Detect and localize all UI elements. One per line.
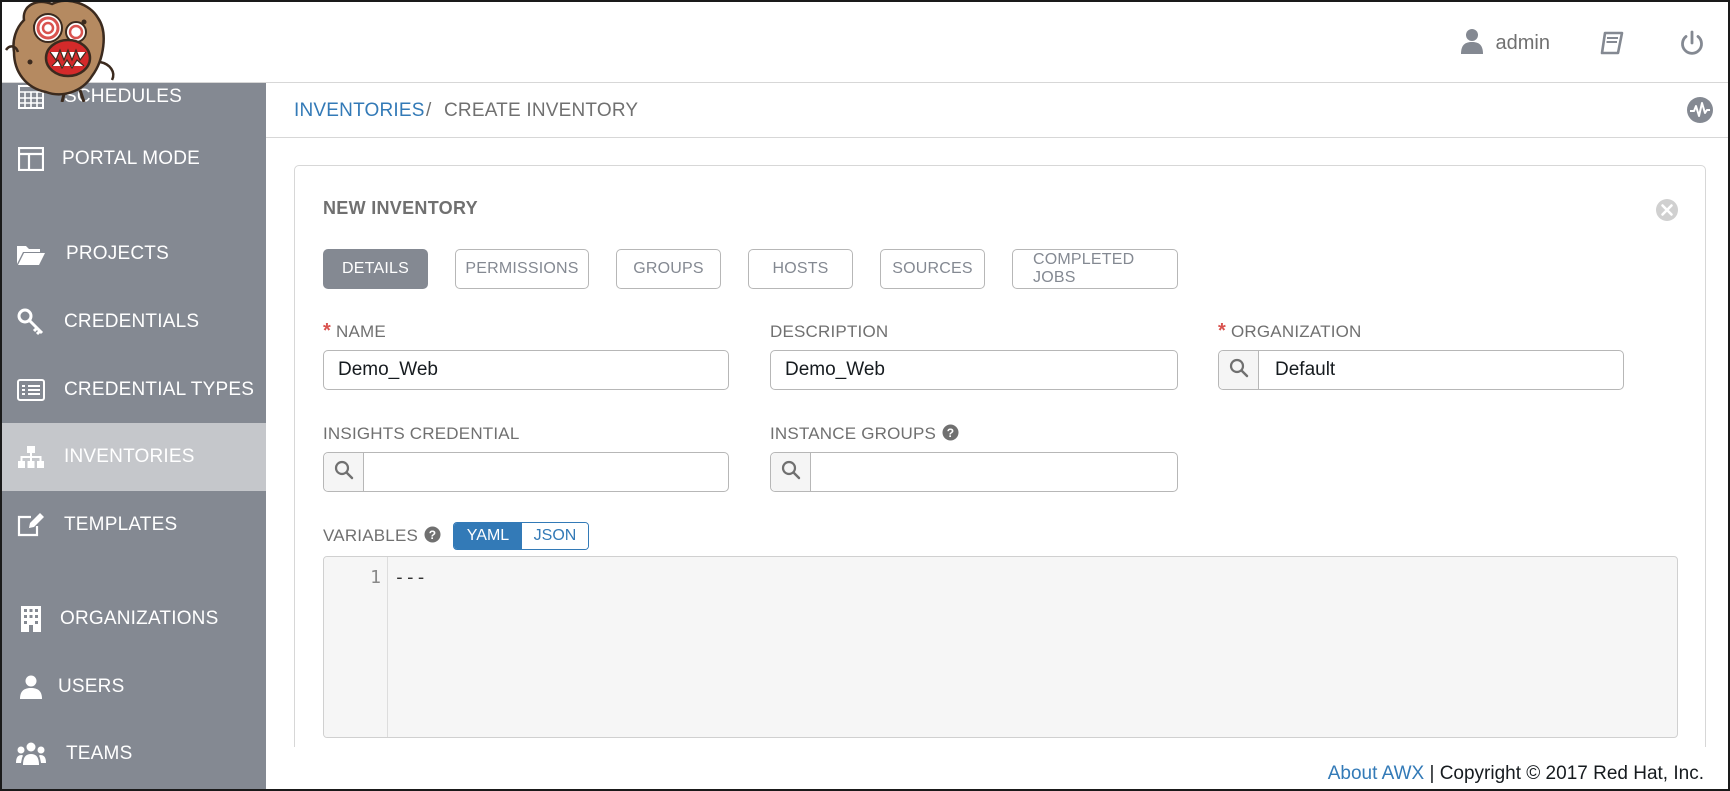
insights-credential-lookup [323, 452, 729, 492]
sidebar-item-users[interactable]: USERS [2, 653, 266, 721]
breadcrumb-current: CREATE INVENTORY [444, 100, 639, 121]
top-right-menu: admin [1460, 24, 1710, 62]
insights-credential-label: INSIGHTS CREDENTIAL [323, 424, 520, 443]
about-awx-link[interactable]: About AWX [1328, 763, 1424, 784]
user-menu[interactable]: admin [1460, 28, 1550, 59]
description-label: DESCRIPTION [770, 322, 889, 341]
svg-text:?: ? [947, 426, 955, 440]
sidebar-item-organizations[interactable]: ORGANIZATIONS [2, 585, 266, 653]
help-icon[interactable]: ? [424, 526, 441, 548]
sidebar-item-label: ORGANIZATIONS [60, 608, 219, 629]
form-tabs: DETAILS PERMISSIONS GROUPS HOSTS SOURCES… [323, 249, 1205, 289]
columns-icon [16, 144, 46, 174]
close-icon[interactable] [1655, 198, 1679, 222]
sidebar-item-teams[interactable]: TEAMS [2, 720, 266, 788]
sidebar-item-label: CREDENTIAL TYPES [64, 379, 255, 400]
copyright-text: Copyright © 2017 Red Hat, Inc. [1439, 763, 1704, 784]
folder-open-icon [16, 239, 46, 269]
insights-credential-search-button[interactable] [324, 453, 364, 491]
variables-format-toggle: YAML JSON [453, 522, 589, 550]
user-icon [16, 672, 46, 702]
sidebar-item-portal-mode[interactable]: PORTAL MODE [2, 125, 266, 193]
tab-groups[interactable]: GROUPS [616, 249, 721, 289]
users-group-icon [16, 739, 46, 769]
tab-completed-jobs[interactable]: COMPLETED JOBS [1012, 249, 1178, 289]
yaml-toggle-button[interactable]: YAML [454, 523, 522, 549]
user-icon [1460, 28, 1484, 59]
new-inventory-panel: NEW INVENTORY DETAILS PERMISSIONS GROUPS… [294, 165, 1706, 765]
sidebar-item-credential-types[interactable]: CREDENTIAL TYPES [2, 356, 266, 424]
footer: About AWX | Copyright © 2017 Red Hat, In… [1328, 763, 1704, 785]
sidebar-item-projects[interactable]: PROJECTS [2, 220, 266, 288]
power-logout-icon[interactable] [1674, 25, 1710, 61]
name-field[interactable]: Demo_Web [323, 350, 729, 390]
organization-lookup: Default [1218, 350, 1624, 390]
tab-sources[interactable]: SOURCES [880, 249, 985, 289]
list-card-icon [16, 375, 46, 405]
organization-label: * ORGANIZATION [1218, 320, 1362, 342]
building-icon [16, 604, 46, 634]
search-icon [1229, 358, 1249, 383]
tab-hosts[interactable]: HOSTS [748, 249, 853, 289]
sitemap-icon [16, 442, 46, 472]
activity-stream-icon[interactable] [1686, 96, 1714, 124]
editor-gutter: 1 [324, 557, 388, 737]
breadcrumb-inventories-link[interactable]: INVENTORIES [294, 100, 425, 122]
search-icon [781, 460, 801, 485]
docs-book-icon[interactable] [1594, 25, 1630, 61]
json-toggle-button[interactable]: JSON [522, 523, 588, 549]
search-icon [334, 460, 354, 485]
instance-groups-label: INSTANCE GROUPS? [770, 424, 959, 446]
sidebar-item-label: TEMPLATES [64, 514, 178, 535]
panel-title: NEW INVENTORY [323, 198, 478, 218]
breadcrumb: INVENTORIES / CREATE INVENTORY [266, 83, 1728, 138]
tab-details[interactable]: DETAILS [323, 249, 428, 289]
awx-logo[interactable] [4, 2, 122, 103]
required-marker: * [323, 320, 331, 342]
description-field[interactable]: Demo_Web [770, 350, 1178, 390]
instance-groups-search-button[interactable] [771, 453, 811, 491]
editor-content[interactable]: --- [394, 567, 427, 588]
variables-label: VARIABLES? [323, 526, 441, 548]
sidebar-item-credentials[interactable]: CREDENTIALS [2, 288, 266, 356]
sidebar-item-templates[interactable]: TEMPLATES [2, 491, 266, 559]
sidebar-item-label: TEAMS [66, 743, 133, 764]
sidebar: SCHEDULES PORTAL MODE PROJECTS CREDENTIA… [2, 83, 266, 789]
help-icon[interactable]: ? [942, 424, 959, 446]
user-name: admin [1495, 31, 1550, 54]
sidebar-item-label: PORTAL MODE [62, 148, 201, 169]
name-label: * NAME [323, 320, 386, 342]
insights-credential-field[interactable] [364, 453, 728, 491]
sidebar-item-label: PROJECTS [66, 243, 169, 264]
sidebar-item-label: USERS [58, 676, 125, 697]
edit-icon [16, 510, 46, 540]
sidebar-item-inventories[interactable]: INVENTORIES [2, 423, 266, 491]
footer-separator: | [1424, 763, 1440, 784]
required-marker: * [1218, 320, 1226, 342]
line-number: 1 [370, 567, 381, 588]
sidebar-item-label: INVENTORIES [64, 446, 195, 467]
svg-text:?: ? [429, 528, 437, 542]
organization-field[interactable]: Default [1259, 351, 1623, 389]
sidebar-item-label: CREDENTIALS [64, 311, 200, 332]
instance-groups-lookup [770, 452, 1178, 492]
instance-groups-field[interactable] [811, 453, 1177, 491]
key-icon [16, 307, 46, 337]
variables-code-editor[interactable]: 1 --- [323, 556, 1678, 738]
tab-permissions[interactable]: PERMISSIONS [455, 249, 589, 289]
breadcrumb-separator: / [426, 100, 432, 121]
app-window: admin SCHEDULES PORTAL MODE PROJECTS CRE… [0, 0, 1730, 791]
organization-search-button[interactable] [1219, 351, 1259, 389]
